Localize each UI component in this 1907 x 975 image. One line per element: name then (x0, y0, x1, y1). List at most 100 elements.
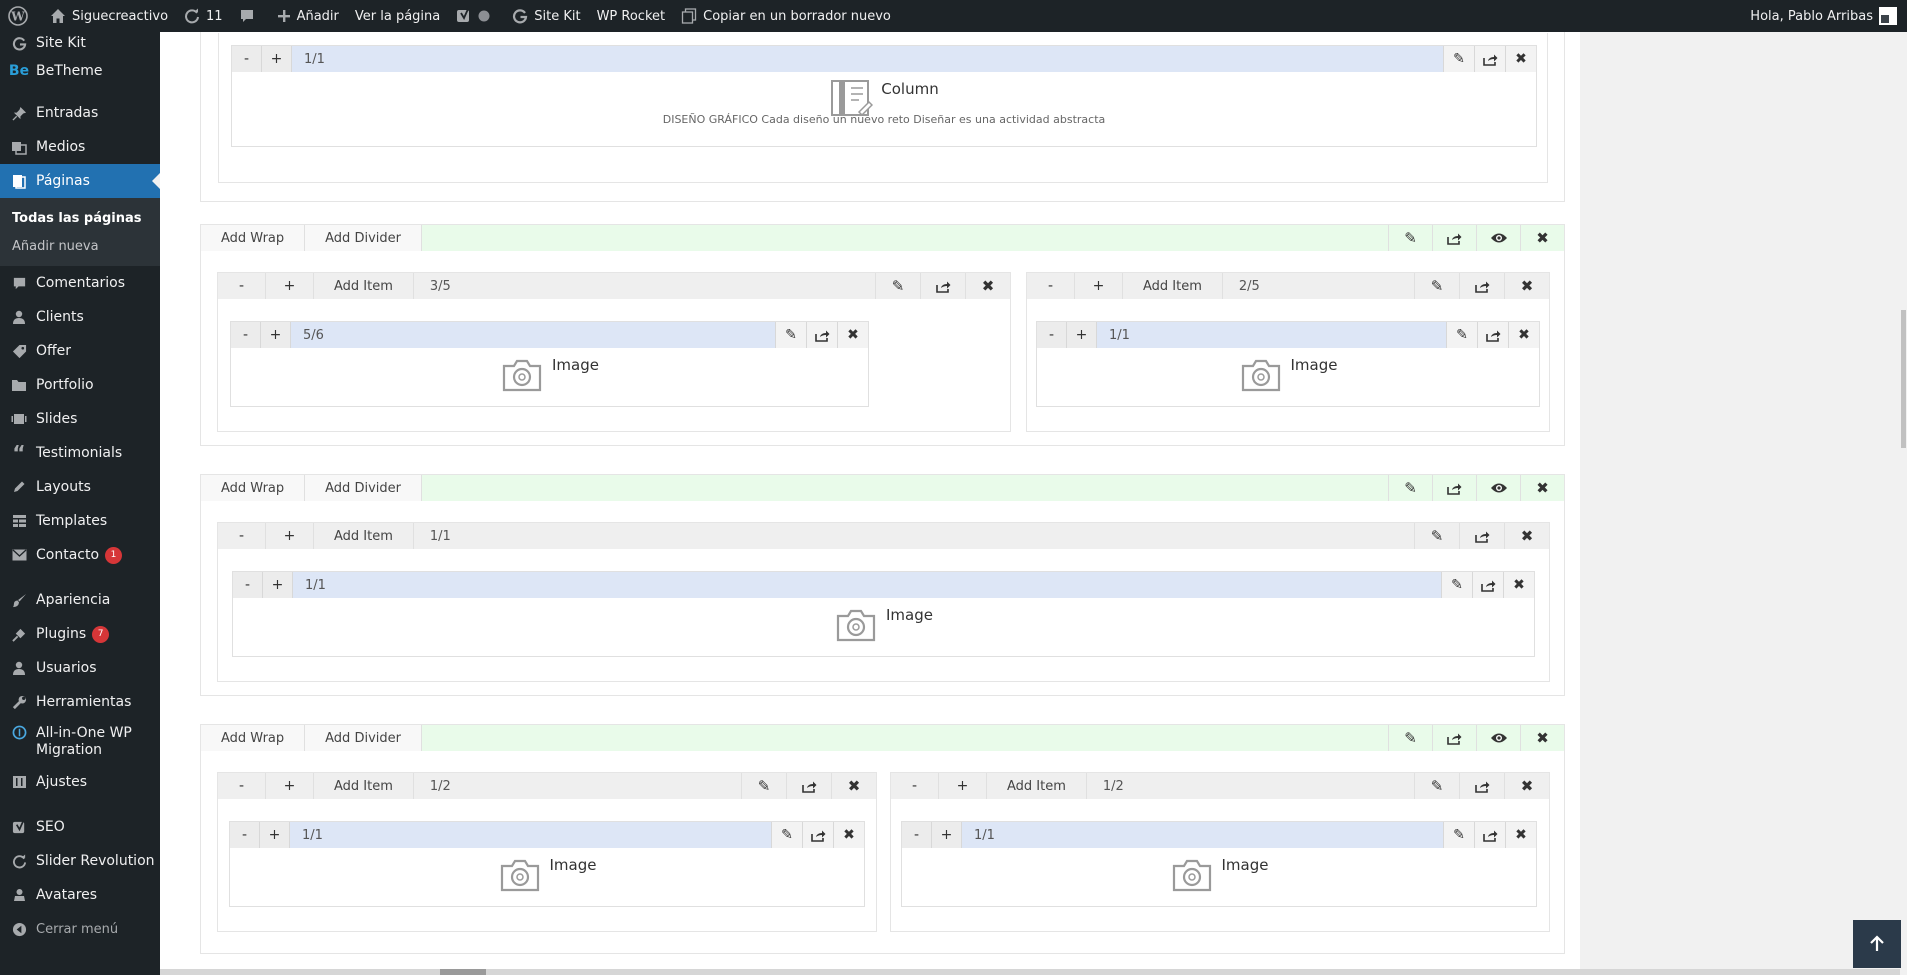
share-icon[interactable] (802, 822, 833, 848)
share-icon[interactable] (786, 773, 831, 799)
item-increase-button[interactable]: + (1067, 322, 1097, 348)
wrap-decrease-button[interactable]: - (891, 773, 939, 799)
close-icon[interactable]: ✖ (1503, 572, 1534, 598)
pencil-icon[interactable]: ✎ (741, 773, 786, 799)
add-wrap-button[interactable]: Add Wrap (201, 225, 306, 251)
item-increase-button[interactable]: + (261, 322, 291, 348)
close-icon[interactable]: ✖ (831, 773, 876, 799)
sidebar-item-testimonials[interactable]: “ Testimonials (0, 436, 160, 470)
submenu-item-all-pages[interactable]: Todas las páginas (0, 204, 160, 232)
close-icon[interactable]: ✖ (833, 822, 864, 848)
wp-logo-menu[interactable]: W (0, 0, 42, 32)
wrap-increase-button[interactable]: + (266, 773, 314, 799)
item-decrease-button[interactable]: - (231, 322, 261, 348)
item-decrease-button[interactable]: - (232, 46, 262, 72)
item-decrease-button[interactable]: - (1037, 322, 1067, 348)
item-increase-button[interactable]: + (263, 572, 293, 598)
add-divider-button[interactable]: Add Divider (305, 225, 422, 251)
pencil-icon[interactable]: ✎ (1414, 273, 1459, 299)
pencil-icon[interactable]: ✎ (875, 273, 920, 299)
sidebar-item-layouts[interactable]: Layouts (0, 470, 160, 504)
close-icon[interactable]: ✖ (1520, 225, 1564, 251)
close-icon[interactable]: ✖ (1520, 475, 1564, 501)
sidebar-item-plugins[interactable]: Plugins 7 (0, 617, 160, 651)
eye-icon[interactable] (1476, 725, 1520, 751)
scroll-to-top-button[interactable] (1853, 920, 1901, 968)
sidebar-item-seo[interactable]: SEO (0, 810, 160, 844)
sidebar-item-templates[interactable]: Templates (0, 504, 160, 538)
share-icon[interactable] (1459, 523, 1504, 549)
sitekit-menu[interactable]: Site Kit (504, 0, 588, 32)
sidebar-item-apariencia[interactable]: Apariencia (0, 583, 160, 617)
sidebar-item-clients[interactable]: Clients (0, 300, 160, 334)
item-decrease-button[interactable]: - (233, 572, 263, 598)
share-icon[interactable] (1474, 46, 1505, 72)
add-item-button[interactable]: Add Item (314, 523, 414, 549)
share-icon[interactable] (1459, 273, 1504, 299)
add-item-button[interactable]: Add Item (987, 773, 1087, 799)
sidebar-item-portfolio[interactable]: Portfolio (0, 368, 160, 402)
pencil-icon[interactable]: ✎ (1414, 523, 1459, 549)
sidebar-item-paginas[interactable]: Páginas (0, 164, 160, 198)
sidebar-item-sitekit[interactable]: Site Kit (0, 32, 160, 54)
sidebar-item-offer[interactable]: Offer (0, 334, 160, 368)
sidebar-item-medios[interactable]: Medios (0, 130, 160, 164)
add-divider-button[interactable]: Add Divider (305, 475, 422, 501)
sidebar-item-herramientas[interactable]: Herramientas (0, 685, 160, 719)
add-item-button[interactable]: Add Item (1123, 273, 1223, 299)
sidebar-item-ajustes[interactable]: Ajustes (0, 765, 160, 799)
scrollbar-thumb[interactable] (1901, 310, 1906, 448)
pencil-icon[interactable]: ✎ (771, 822, 802, 848)
sidebar-collapse-button[interactable]: Cerrar menú (0, 912, 160, 946)
add-item-button[interactable]: Add Item (314, 773, 414, 799)
copy-draft-link[interactable]: Copiar en un borrador nuevo (673, 0, 899, 32)
close-icon[interactable]: ✖ (1504, 273, 1549, 299)
share-icon[interactable] (1432, 725, 1476, 751)
wrap-increase-button[interactable]: + (266, 273, 314, 299)
site-name-menu[interactable]: Siguecreactivo (42, 0, 176, 32)
submenu-item-add-new[interactable]: Añadir nueva (0, 232, 160, 260)
eye-icon[interactable] (1476, 225, 1520, 251)
view-page-link[interactable]: Ver la página (347, 0, 448, 32)
share-icon[interactable] (1477, 322, 1508, 348)
sidebar-item-aio-migration[interactable]: All-in-One WP Migration (0, 719, 160, 765)
pencil-icon[interactable]: ✎ (775, 322, 806, 348)
pencil-icon[interactable]: ✎ (1414, 773, 1459, 799)
wrap-decrease-button[interactable]: - (218, 523, 266, 549)
pencil-icon[interactable]: ✎ (1441, 572, 1472, 598)
wrap-increase-button[interactable]: + (1075, 273, 1123, 299)
share-icon[interactable] (920, 273, 965, 299)
sidebar-item-contacto[interactable]: Contacto 1 (0, 538, 160, 572)
close-icon[interactable]: ✖ (1508, 322, 1539, 348)
vertical-scrollbar[interactable] (1900, 32, 1907, 975)
sidebar-item-usuarios[interactable]: Usuarios (0, 651, 160, 685)
add-divider-button[interactable]: Add Divider (305, 725, 422, 751)
pencil-icon[interactable]: ✎ (1443, 822, 1474, 848)
share-icon[interactable] (806, 322, 837, 348)
sidebar-item-entradas[interactable]: Entradas (0, 96, 160, 130)
close-icon[interactable]: ✖ (965, 273, 1010, 299)
close-icon[interactable]: ✖ (1504, 523, 1549, 549)
close-icon[interactable]: ✖ (1505, 822, 1536, 848)
pencil-icon[interactable]: ✎ (1443, 46, 1474, 72)
item-decrease-button[interactable]: - (902, 822, 932, 848)
close-icon[interactable]: ✖ (837, 322, 868, 348)
wrap-decrease-button[interactable]: - (1027, 273, 1075, 299)
sidebar-item-comentarios[interactable]: Comentarios (0, 266, 160, 300)
sidebar-item-slider-revolution[interactable]: Slider Revolution (0, 844, 160, 878)
wrap-decrease-button[interactable]: - (218, 273, 266, 299)
sidebar-item-betheme[interactable]: Be BeTheme (0, 54, 160, 88)
pencil-icon[interactable]: ✎ (1446, 322, 1477, 348)
new-content-menu[interactable]: Añadir (269, 0, 347, 32)
item-increase-button[interactable]: + (262, 46, 292, 72)
wrap-increase-button[interactable]: + (939, 773, 987, 799)
horizontal-scrollbar[interactable] (160, 969, 1900, 975)
yoast-menu[interactable] (448, 0, 504, 32)
pencil-icon[interactable]: ✎ (1388, 725, 1432, 751)
item-increase-button[interactable]: + (932, 822, 962, 848)
item-decrease-button[interactable]: - (230, 822, 260, 848)
item-increase-button[interactable]: + (260, 822, 290, 848)
share-icon[interactable] (1472, 572, 1503, 598)
add-wrap-button[interactable]: Add Wrap (201, 725, 306, 751)
add-item-button[interactable]: Add Item (314, 273, 414, 299)
